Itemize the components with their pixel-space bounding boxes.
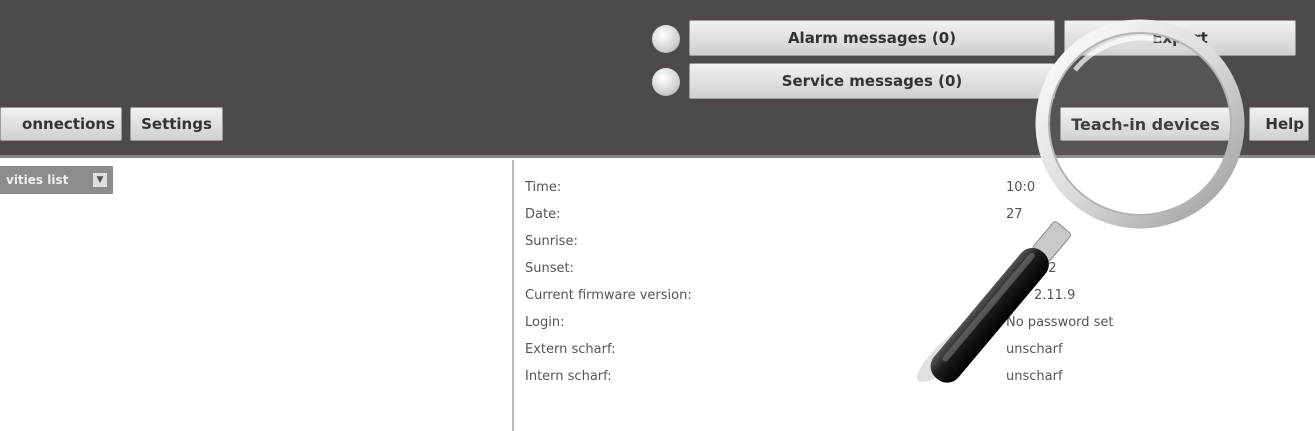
settings-button[interactable]: Settings <box>130 107 223 141</box>
alarm-status-led-icon <box>652 25 680 53</box>
sunset-value: 42 <box>1040 261 1057 276</box>
extern-scharf-label: Extern scharf: <box>525 342 616 357</box>
connections-button[interactable]: onnections <box>0 107 122 141</box>
firmware-version-label: Current firmware version: <box>525 288 692 303</box>
date-label: Date: <box>525 207 561 222</box>
sunset-label: Sunset: <box>525 261 574 276</box>
activities-list-dropdown[interactable]: vities list ▼ <box>0 166 113 194</box>
chevron-down-icon: ▼ <box>93 173 107 187</box>
sunrise-label: Sunrise: <box>525 234 578 249</box>
service-messages-button[interactable]: Service messages (0) <box>689 63 1055 99</box>
time-label: Time: <box>525 180 562 195</box>
extern-scharf-value: unscharf <box>1006 342 1063 357</box>
service-status-led-icon <box>652 68 680 96</box>
help-button[interactable]: Help <box>1249 107 1309 141</box>
date-value: 27 <box>1006 207 1023 222</box>
panel-divider <box>512 160 514 431</box>
intern-scharf-value: unscharf <box>1006 369 1063 384</box>
dropdown-label: vities list <box>6 173 69 187</box>
time-value: 10:0 <box>1006 180 1036 195</box>
login-label: Login: <box>525 315 565 330</box>
alarm-messages-button[interactable]: Alarm messages (0) <box>689 20 1055 56</box>
firmware-version-value: 2.11.9 <box>1034 288 1076 303</box>
export-button[interactable]: Export <box>1064 20 1296 56</box>
login-value: No password set <box>1006 315 1114 330</box>
teach-in-devices-button[interactable]: Teach-in devices <box>1060 107 1231 141</box>
intern-scharf-label: Intern scharf: <box>525 369 612 384</box>
